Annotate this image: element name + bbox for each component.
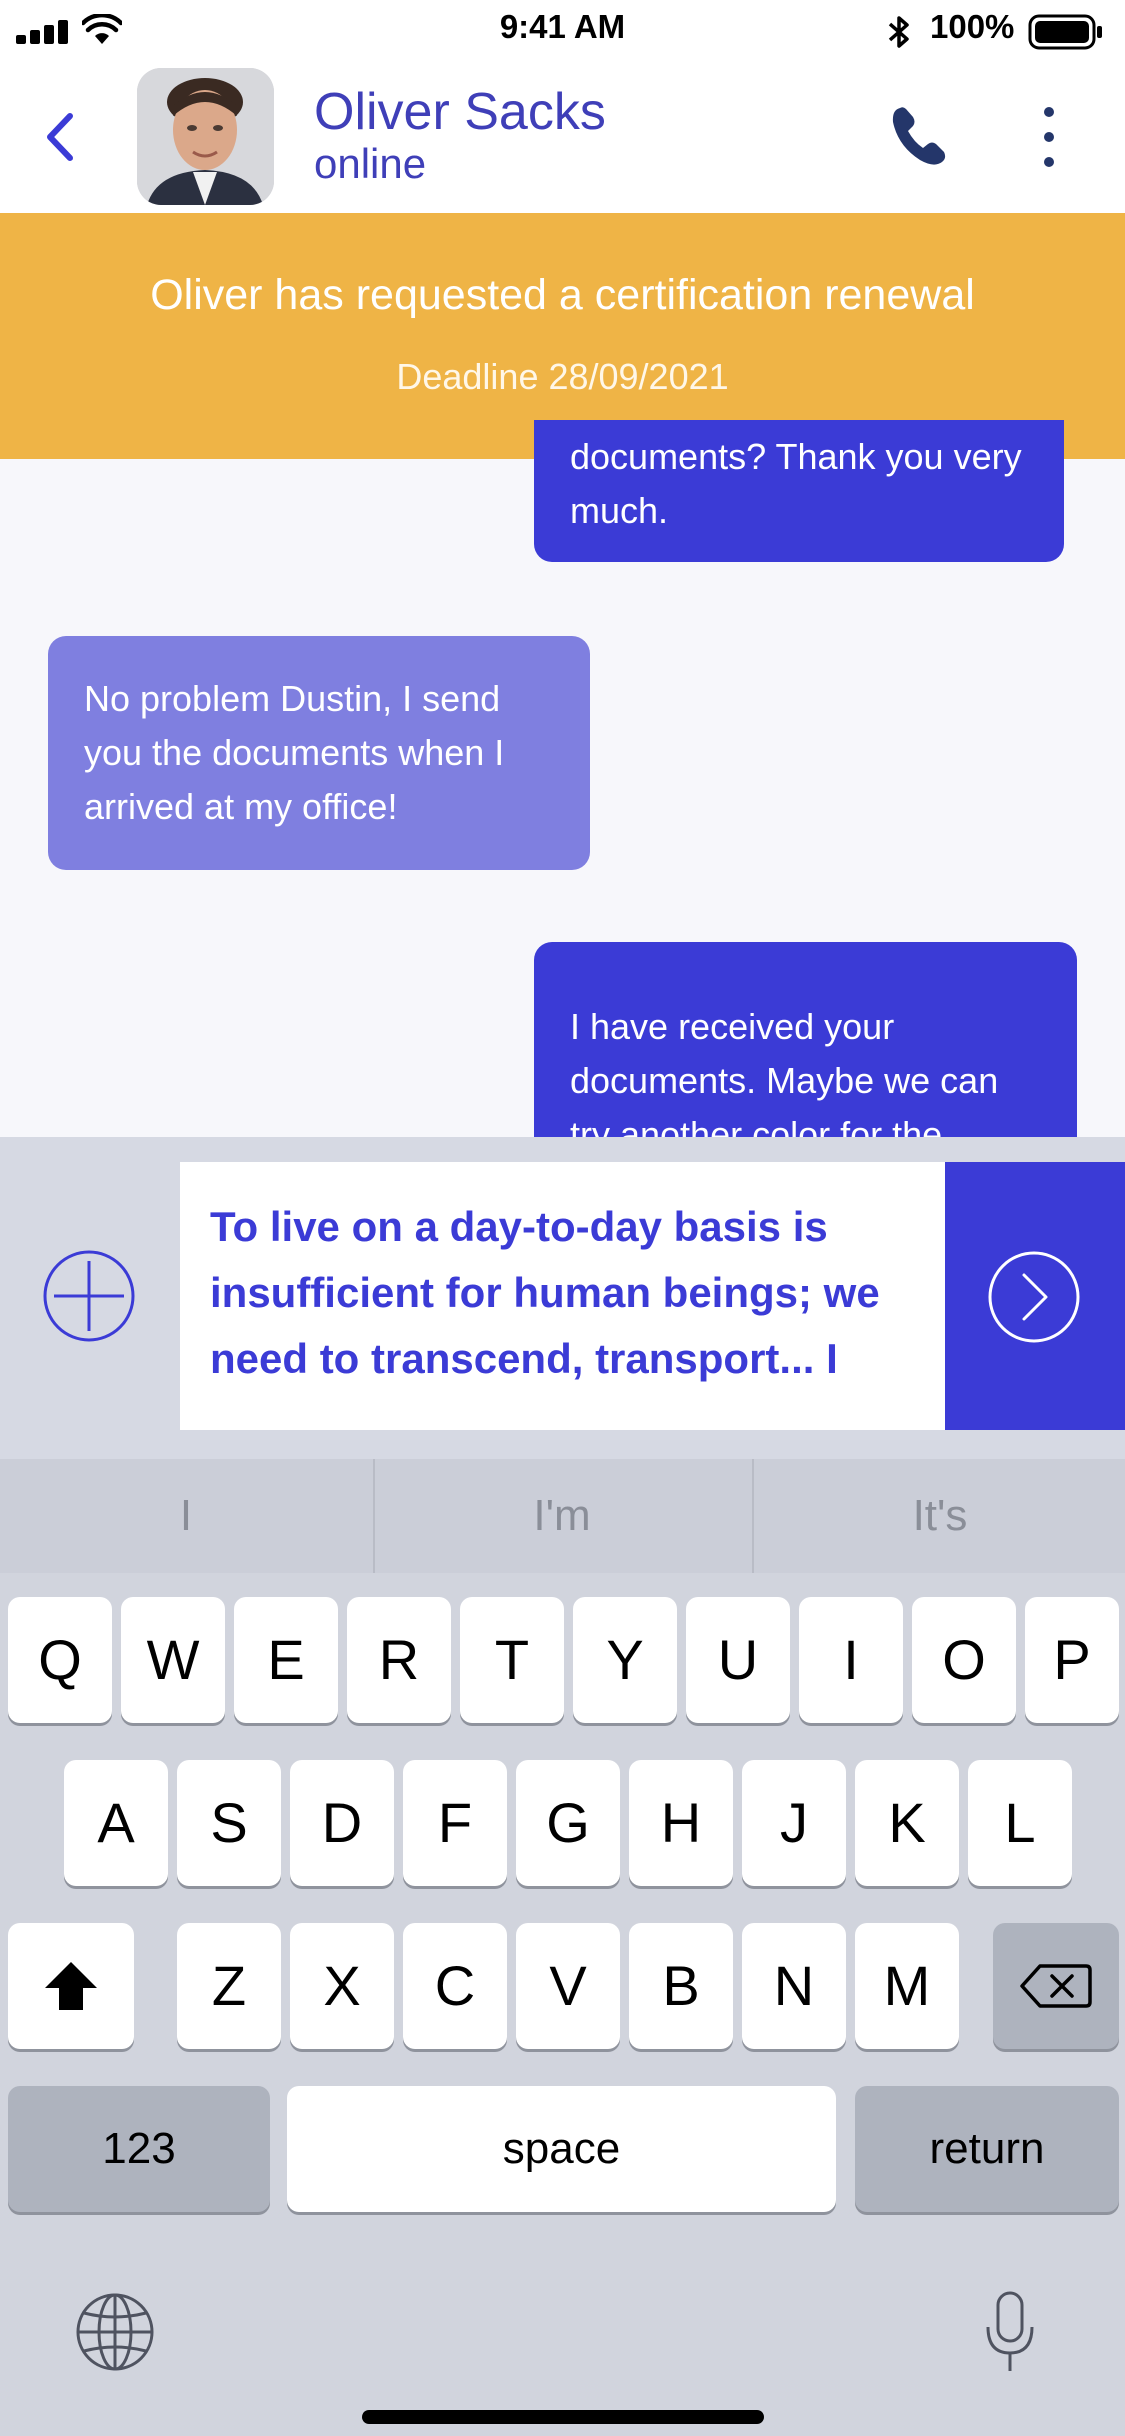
key-v[interactable]: V bbox=[516, 1923, 620, 2049]
suggestion-item[interactable]: I'm bbox=[376, 1459, 748, 1573]
key-o[interactable]: O bbox=[912, 1597, 1016, 1723]
space-key[interactable]: space bbox=[287, 2086, 836, 2212]
key-w[interactable]: W bbox=[121, 1597, 225, 1723]
banner-title: Oliver has requested a certification ren… bbox=[150, 271, 975, 319]
send-button[interactable] bbox=[945, 1162, 1125, 1430]
key-q[interactable]: Q bbox=[8, 1597, 112, 1723]
suggestion-bar: I I'm It's bbox=[0, 1459, 1125, 1573]
numbers-key[interactable]: 123 bbox=[8, 2086, 270, 2212]
key-s[interactable]: S bbox=[177, 1760, 281, 1886]
banner-deadline: Deadline 28/09/2021 bbox=[396, 356, 729, 397]
bluetooth-icon bbox=[888, 16, 909, 48]
key-y[interactable]: Y bbox=[573, 1597, 677, 1723]
key-x[interactable]: X bbox=[290, 1923, 394, 2049]
key-b[interactable]: B bbox=[629, 1923, 733, 2049]
avatar[interactable] bbox=[137, 68, 274, 205]
message-incoming[interactable]: No problem Dustin, I send you the docume… bbox=[48, 636, 590, 870]
suggestion-divider bbox=[373, 1459, 375, 1573]
message-text: I have received your documents. Maybe we… bbox=[570, 1006, 999, 1142]
globe-icon[interactable] bbox=[74, 2291, 156, 2373]
battery-percentage: 100% bbox=[930, 8, 1015, 45]
key-l[interactable]: L bbox=[968, 1760, 1072, 1886]
message-text: documents? Thank you very much. bbox=[570, 436, 1022, 531]
contact-status: online bbox=[314, 140, 427, 187]
message-composer: To live on a day-to-day basis is insuffi… bbox=[0, 1137, 1125, 1459]
key-p[interactable]: P bbox=[1025, 1597, 1119, 1723]
key-f[interactable]: F bbox=[403, 1760, 507, 1886]
delete-icon bbox=[1020, 1964, 1092, 2008]
message-outgoing[interactable]: documents? Thank you very much. bbox=[534, 420, 1064, 562]
background-scrolled-text: amet, consectetur adipiscing elit. Sed q… bbox=[570, 64, 1001, 210]
status-bar: 9:41 AM 100% bbox=[0, 0, 1125, 60]
shift-key[interactable] bbox=[8, 1923, 134, 2049]
return-key[interactable]: return bbox=[855, 2086, 1119, 2212]
message-input-text: To live on a day-to-day basis is insuffi… bbox=[210, 1203, 880, 1382]
more-vertical-icon[interactable] bbox=[1036, 102, 1062, 172]
battery-icon bbox=[1028, 14, 1102, 50]
phone-icon[interactable] bbox=[888, 104, 950, 170]
message-input[interactable]: To live on a day-to-day basis is insuffi… bbox=[180, 1162, 945, 1430]
key-g[interactable]: G bbox=[516, 1760, 620, 1886]
back-chevron-icon[interactable] bbox=[38, 108, 84, 166]
key-m[interactable]: M bbox=[855, 1923, 959, 2049]
chat-header: amet, consectetur adipiscing elit. Sed q… bbox=[0, 60, 1125, 213]
keyboard: I I'm It's Q W E R T Y U I O P A S D F G… bbox=[0, 1459, 1125, 2436]
suggestion-item[interactable]: It's bbox=[755, 1459, 1125, 1573]
microphone-icon[interactable] bbox=[982, 2291, 1038, 2375]
key-r[interactable]: R bbox=[347, 1597, 451, 1723]
suggestion-item[interactable]: I bbox=[0, 1459, 372, 1573]
key-e[interactable]: E bbox=[234, 1597, 338, 1723]
key-h[interactable]: H bbox=[629, 1760, 733, 1886]
contact-name: Oliver Sacks bbox=[314, 83, 606, 141]
plus-circle-icon[interactable] bbox=[42, 1249, 136, 1343]
key-z[interactable]: Z bbox=[177, 1923, 281, 2049]
key-a[interactable]: A bbox=[64, 1760, 168, 1886]
message-outgoing[interactable]: I have received your documents. Maybe we… bbox=[534, 942, 1077, 1142]
key-c[interactable]: C bbox=[403, 1923, 507, 2049]
home-indicator bbox=[362, 2410, 764, 2424]
key-j[interactable]: J bbox=[742, 1760, 846, 1886]
key-u[interactable]: U bbox=[686, 1597, 790, 1723]
key-i[interactable]: I bbox=[799, 1597, 903, 1723]
key-n[interactable]: N bbox=[742, 1923, 846, 2049]
message-text: No problem Dustin, I send you the docume… bbox=[84, 678, 505, 827]
key-t[interactable]: T bbox=[460, 1597, 564, 1723]
chevron-right-circle-icon bbox=[988, 1251, 1080, 1343]
delete-key[interactable] bbox=[993, 1923, 1119, 2049]
shift-icon bbox=[45, 1962, 97, 2010]
key-k[interactable]: K bbox=[855, 1760, 959, 1886]
suggestion-divider bbox=[752, 1459, 754, 1573]
key-d[interactable]: D bbox=[290, 1760, 394, 1886]
